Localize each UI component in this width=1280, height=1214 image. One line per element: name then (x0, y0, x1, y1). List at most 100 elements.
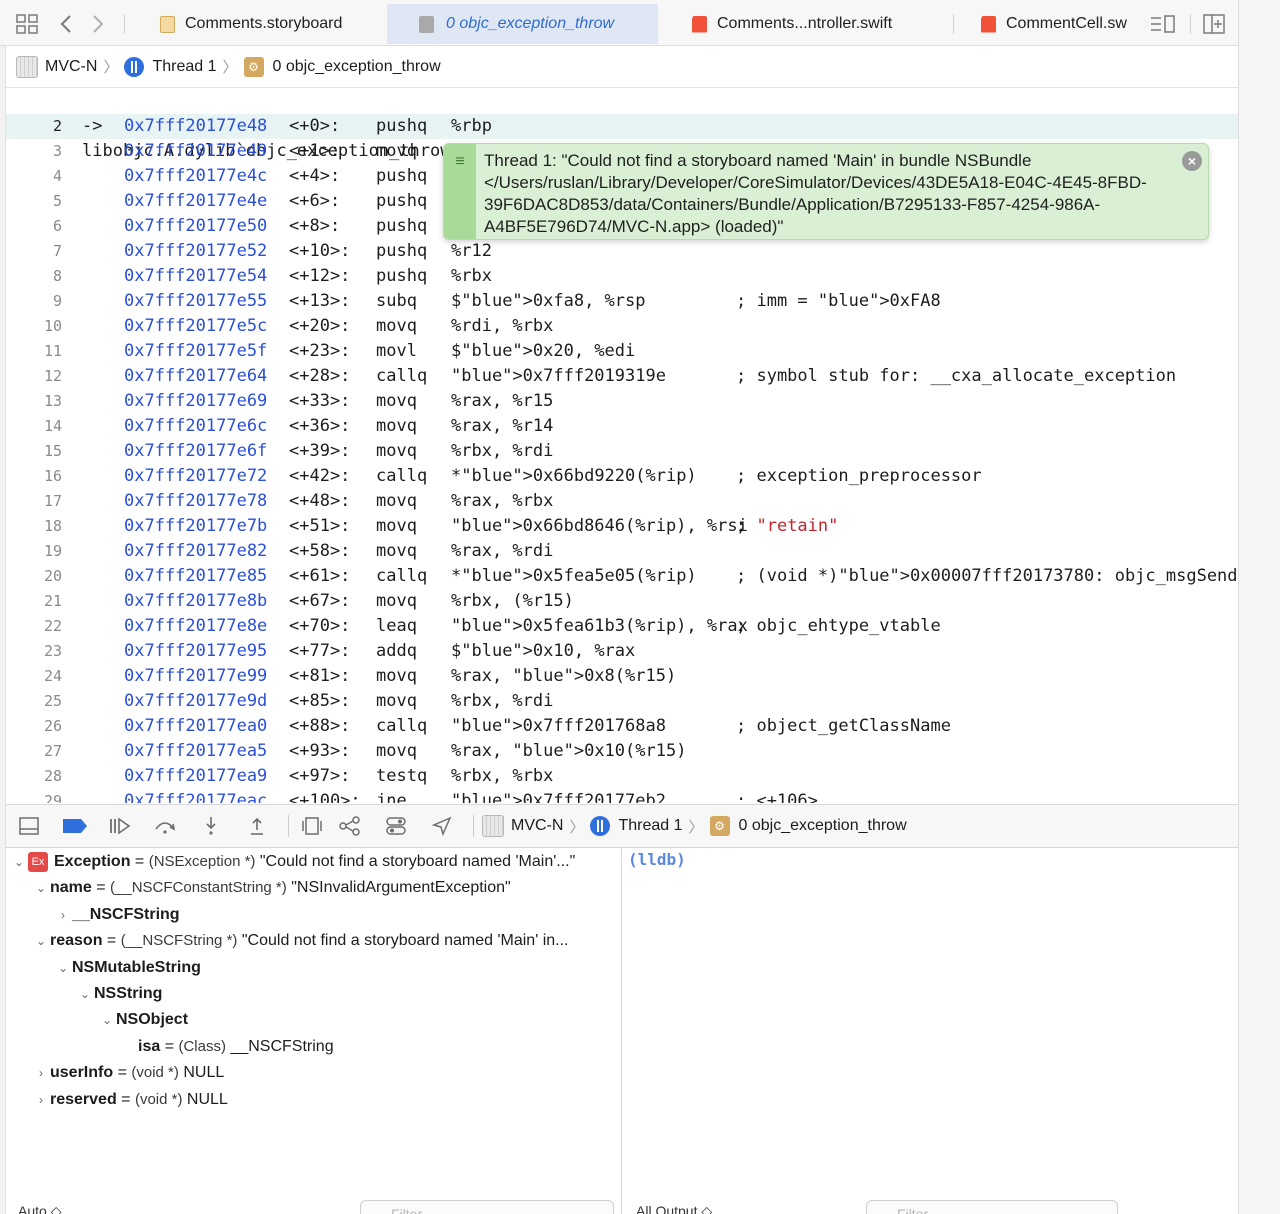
instruction-comment: ; imm = "blue">0xFA8 (736, 291, 941, 311)
menu-lines-icon[interactable]: ≡ (444, 144, 476, 239)
line-number: 9 (52, 292, 62, 310)
instruction-operands: %rax, %r14 (451, 416, 554, 436)
code-line: 7 0x7fff20177e52 <+10>: pushq %r12 (6, 239, 1238, 264)
variable-row[interactable]: ⌄ NSMutableString (54, 955, 201, 981)
variables-view[interactable]: ⌄ Ex Exception = (NSException *) "Could no… (6, 848, 622, 1214)
instruction-operands: "blue">0x66bd8646(%rip), %rsi (451, 516, 748, 536)
disclosure-expanded-icon[interactable]: ⌄ (10, 849, 28, 875)
instruction-address: 0x7fff20177e4c (124, 166, 268, 186)
line-number: 15 (43, 442, 62, 460)
code-line: 24 0x7fff20177e99 <+81>: movq %rax, "blue">0… (6, 664, 1238, 689)
variable-row[interactable]: › __NSCFString (54, 902, 180, 928)
tab-objc-exception-throw[interactable]: 0 objc_exception_throw (387, 4, 658, 44)
lldb-prompt[interactable]: (lldb) (628, 850, 686, 869)
line-number: 29 (43, 792, 62, 803)
environment-overrides-icon[interactable] (373, 804, 419, 848)
line-number: 19 (43, 542, 62, 560)
instruction-opcode: movq (376, 441, 417, 461)
exception-banner[interactable]: ≡ Thread 1: "Could not find a storyboard… (443, 143, 1209, 240)
instruction-offset: <+67>: (289, 591, 351, 611)
step-over-icon[interactable] (142, 804, 188, 848)
line-number: 26 (43, 717, 62, 735)
debug-breadcrumb-thread[interactable]: Thread 1 (590, 816, 683, 836)
instruction-opcode: callq (376, 366, 428, 386)
instruction-address: 0x7fff20177ea9 (124, 766, 268, 786)
variables-scope-popup[interactable]: Auto ◇ (18, 1203, 61, 1214)
grid-icon[interactable] (14, 13, 40, 35)
instruction-operands: "blue">0x5fea61b3(%rip), %rax (451, 616, 748, 636)
instruction-address: 0x7fff20177e54 (124, 266, 268, 286)
debug-view-hierarchy-icon[interactable] (297, 804, 327, 848)
breakpoint-toggle-icon[interactable] (52, 804, 98, 848)
step-out-icon[interactable] (234, 804, 280, 848)
tab-separator (124, 14, 125, 34)
variable-row[interactable]: › userInfo = (void *) NULL (32, 1060, 224, 1086)
instruction-offset: <+23>: (289, 341, 351, 361)
code-line: 29 0x7fff20177eac <+100>: jne "blue">0x7fff2… (6, 789, 1238, 803)
toolbar-separator (288, 815, 289, 837)
instruction-offset: <+85>: (289, 691, 351, 711)
code-line: 21 0x7fff20177e8b <+67>: movq %rbx, (%r15) (6, 589, 1238, 614)
code-line: 9 0x7fff20177e55 <+13>: subq $"blue">0xfa8, … (6, 289, 1238, 314)
variable-row[interactable]: ⌄ Ex Exception = (NSException *) "Could no… (10, 849, 575, 875)
console-output-popup[interactable]: All Output ◇ (636, 1203, 712, 1214)
close-icon[interactable]: × (1182, 151, 1202, 171)
instruction-comment: ; exception_preprocessor (736, 466, 982, 486)
instruction-offset: <+88>: (289, 716, 351, 736)
code-line: 14 0x7fff20177e6c <+36>: movq %rax, %r14 (6, 414, 1238, 439)
debug-breadcrumb-frame[interactable]: ⚙ 0 objc_exception_throw (709, 816, 907, 836)
disclosure-expanded-icon[interactable]: ⌄ (76, 981, 94, 1007)
adjust-editor-options-icon[interactable] (1148, 13, 1178, 35)
line-number: 6 (52, 217, 62, 235)
instruction-address: 0x7fff20177e64 (124, 366, 268, 386)
disclosure-expanded-icon[interactable]: ⌄ (32, 928, 50, 954)
disclosure-collapsed-icon[interactable]: › (32, 1060, 50, 1086)
variable-row[interactable]: ⌄ NSObject (98, 1007, 188, 1033)
instruction-opcode: pushq (376, 266, 428, 286)
instruction-operands: "blue">0x7fff20177eb2 (451, 791, 666, 803)
simulate-location-icon[interactable] (419, 804, 465, 848)
instruction-address: 0x7fff20177e95 (124, 641, 268, 661)
breadcrumb-project[interactable]: MVC-N (16, 55, 97, 78)
code-line: 2 -> 0x7fff20177e48 <+0>: pushq %rbp (6, 114, 1238, 139)
console-view[interactable]: (lldb) (623, 848, 1238, 1214)
instruction-operands: %rdi, %rbx (451, 316, 554, 336)
continue-icon[interactable] (98, 804, 142, 848)
memory-graph-icon[interactable] (327, 804, 373, 848)
disclosure-collapsed-icon[interactable]: › (54, 902, 72, 928)
hide-debug-area-icon[interactable] (6, 804, 52, 848)
breadcrumb-thread[interactable]: Thread 1 (124, 56, 217, 77)
disclosure-expanded-icon[interactable]: ⌄ (32, 875, 50, 901)
variable-row[interactable]: ⌄ NSString (76, 981, 162, 1007)
variables-filter-input[interactable]: Filter (360, 1200, 614, 1214)
step-into-icon[interactable] (188, 804, 234, 848)
console-filter-input[interactable]: Filter (866, 1200, 1118, 1214)
instruction-opcode: pushq (376, 216, 428, 236)
code-line: 26 0x7fff20177ea0 <+88>: callq "blue">0x7fff… (6, 714, 1238, 739)
tab-commentcell-swift[interactable]: CommentCell.sw (981, 4, 1137, 44)
tab-comments-controller-swift[interactable]: Comments...ntroller.swift (692, 4, 932, 44)
variable-row[interactable]: ⌄ reason = (__NSCFString *) "Could not fi… (32, 928, 569, 954)
code-line: 12 0x7fff20177e64 <+28>: callq "blue">0x7fff… (6, 364, 1238, 389)
forward-icon[interactable] (88, 13, 108, 35)
variable-row[interactable]: › reserved = (void *) NULL (32, 1087, 228, 1113)
swift-icon (981, 15, 996, 33)
line-number: 2 (52, 117, 62, 135)
add-editor-icon[interactable] (1202, 13, 1226, 35)
back-icon[interactable] (56, 13, 76, 35)
breadcrumb-frame[interactable]: ⚙ 0 objc_exception_throw (243, 56, 441, 77)
equals-sign: = (160, 1037, 179, 1055)
instruction-offset: <+51>: (289, 516, 351, 536)
line-number: 3 (52, 142, 62, 160)
disclosure-expanded-icon[interactable]: ⌄ (98, 1007, 116, 1033)
variable-row[interactable]: ⌄ name = (__NSCFConstantString *) "NSInva… (32, 875, 511, 901)
debug-breadcrumb-project[interactable]: MVC-N (482, 815, 563, 837)
instruction-opcode: callq (376, 716, 428, 736)
instruction-address: 0x7fff20177e8e (124, 616, 268, 636)
equals-sign: = (102, 932, 121, 950)
tab-comments-storyboard[interactable]: Comments.storyboard (160, 4, 380, 44)
disclosure-expanded-icon[interactable]: ⌄ (54, 955, 72, 981)
instruction-operands: "blue">0x7fff2019319e (451, 366, 666, 386)
variable-row[interactable]: isa = (Class) __NSCFString (120, 1034, 334, 1060)
disclosure-collapsed-icon[interactable]: › (32, 1087, 50, 1113)
